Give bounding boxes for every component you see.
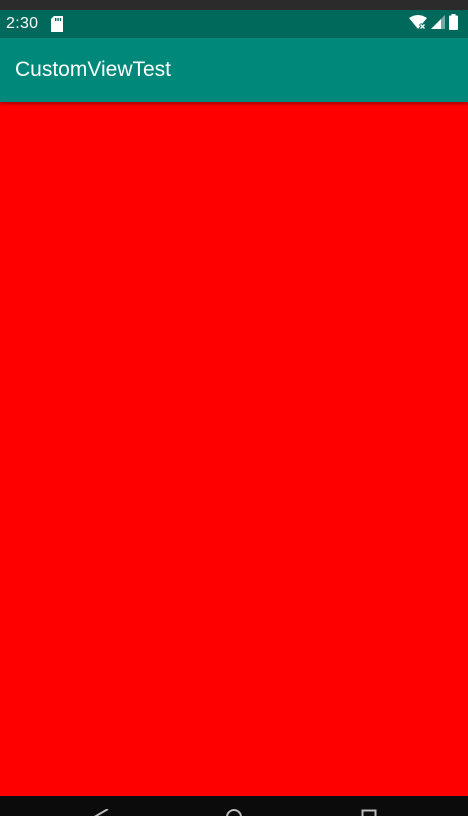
- status-bar: 2:30: [0, 10, 468, 38]
- signal-icon: [431, 14, 445, 34]
- custom-view[interactable]: [0, 102, 468, 796]
- navigation-bar: [0, 796, 468, 816]
- back-icon[interactable]: [94, 806, 110, 816]
- status-time: 2:30: [6, 15, 39, 32]
- app-title: CustomViewTest: [15, 58, 172, 81]
- screen-top-edge: [0, 0, 468, 10]
- phone-screen: 2:30 CustomViewTest: [0, 0, 468, 816]
- sd-card-icon: [51, 16, 64, 32]
- battery-icon: [449, 13, 458, 35]
- app-bar: CustomViewTest: [0, 38, 468, 102]
- recents-icon[interactable]: [361, 806, 377, 816]
- wifi-icon: [409, 14, 427, 34]
- status-icons: [409, 13, 458, 35]
- home-icon[interactable]: [226, 806, 242, 816]
